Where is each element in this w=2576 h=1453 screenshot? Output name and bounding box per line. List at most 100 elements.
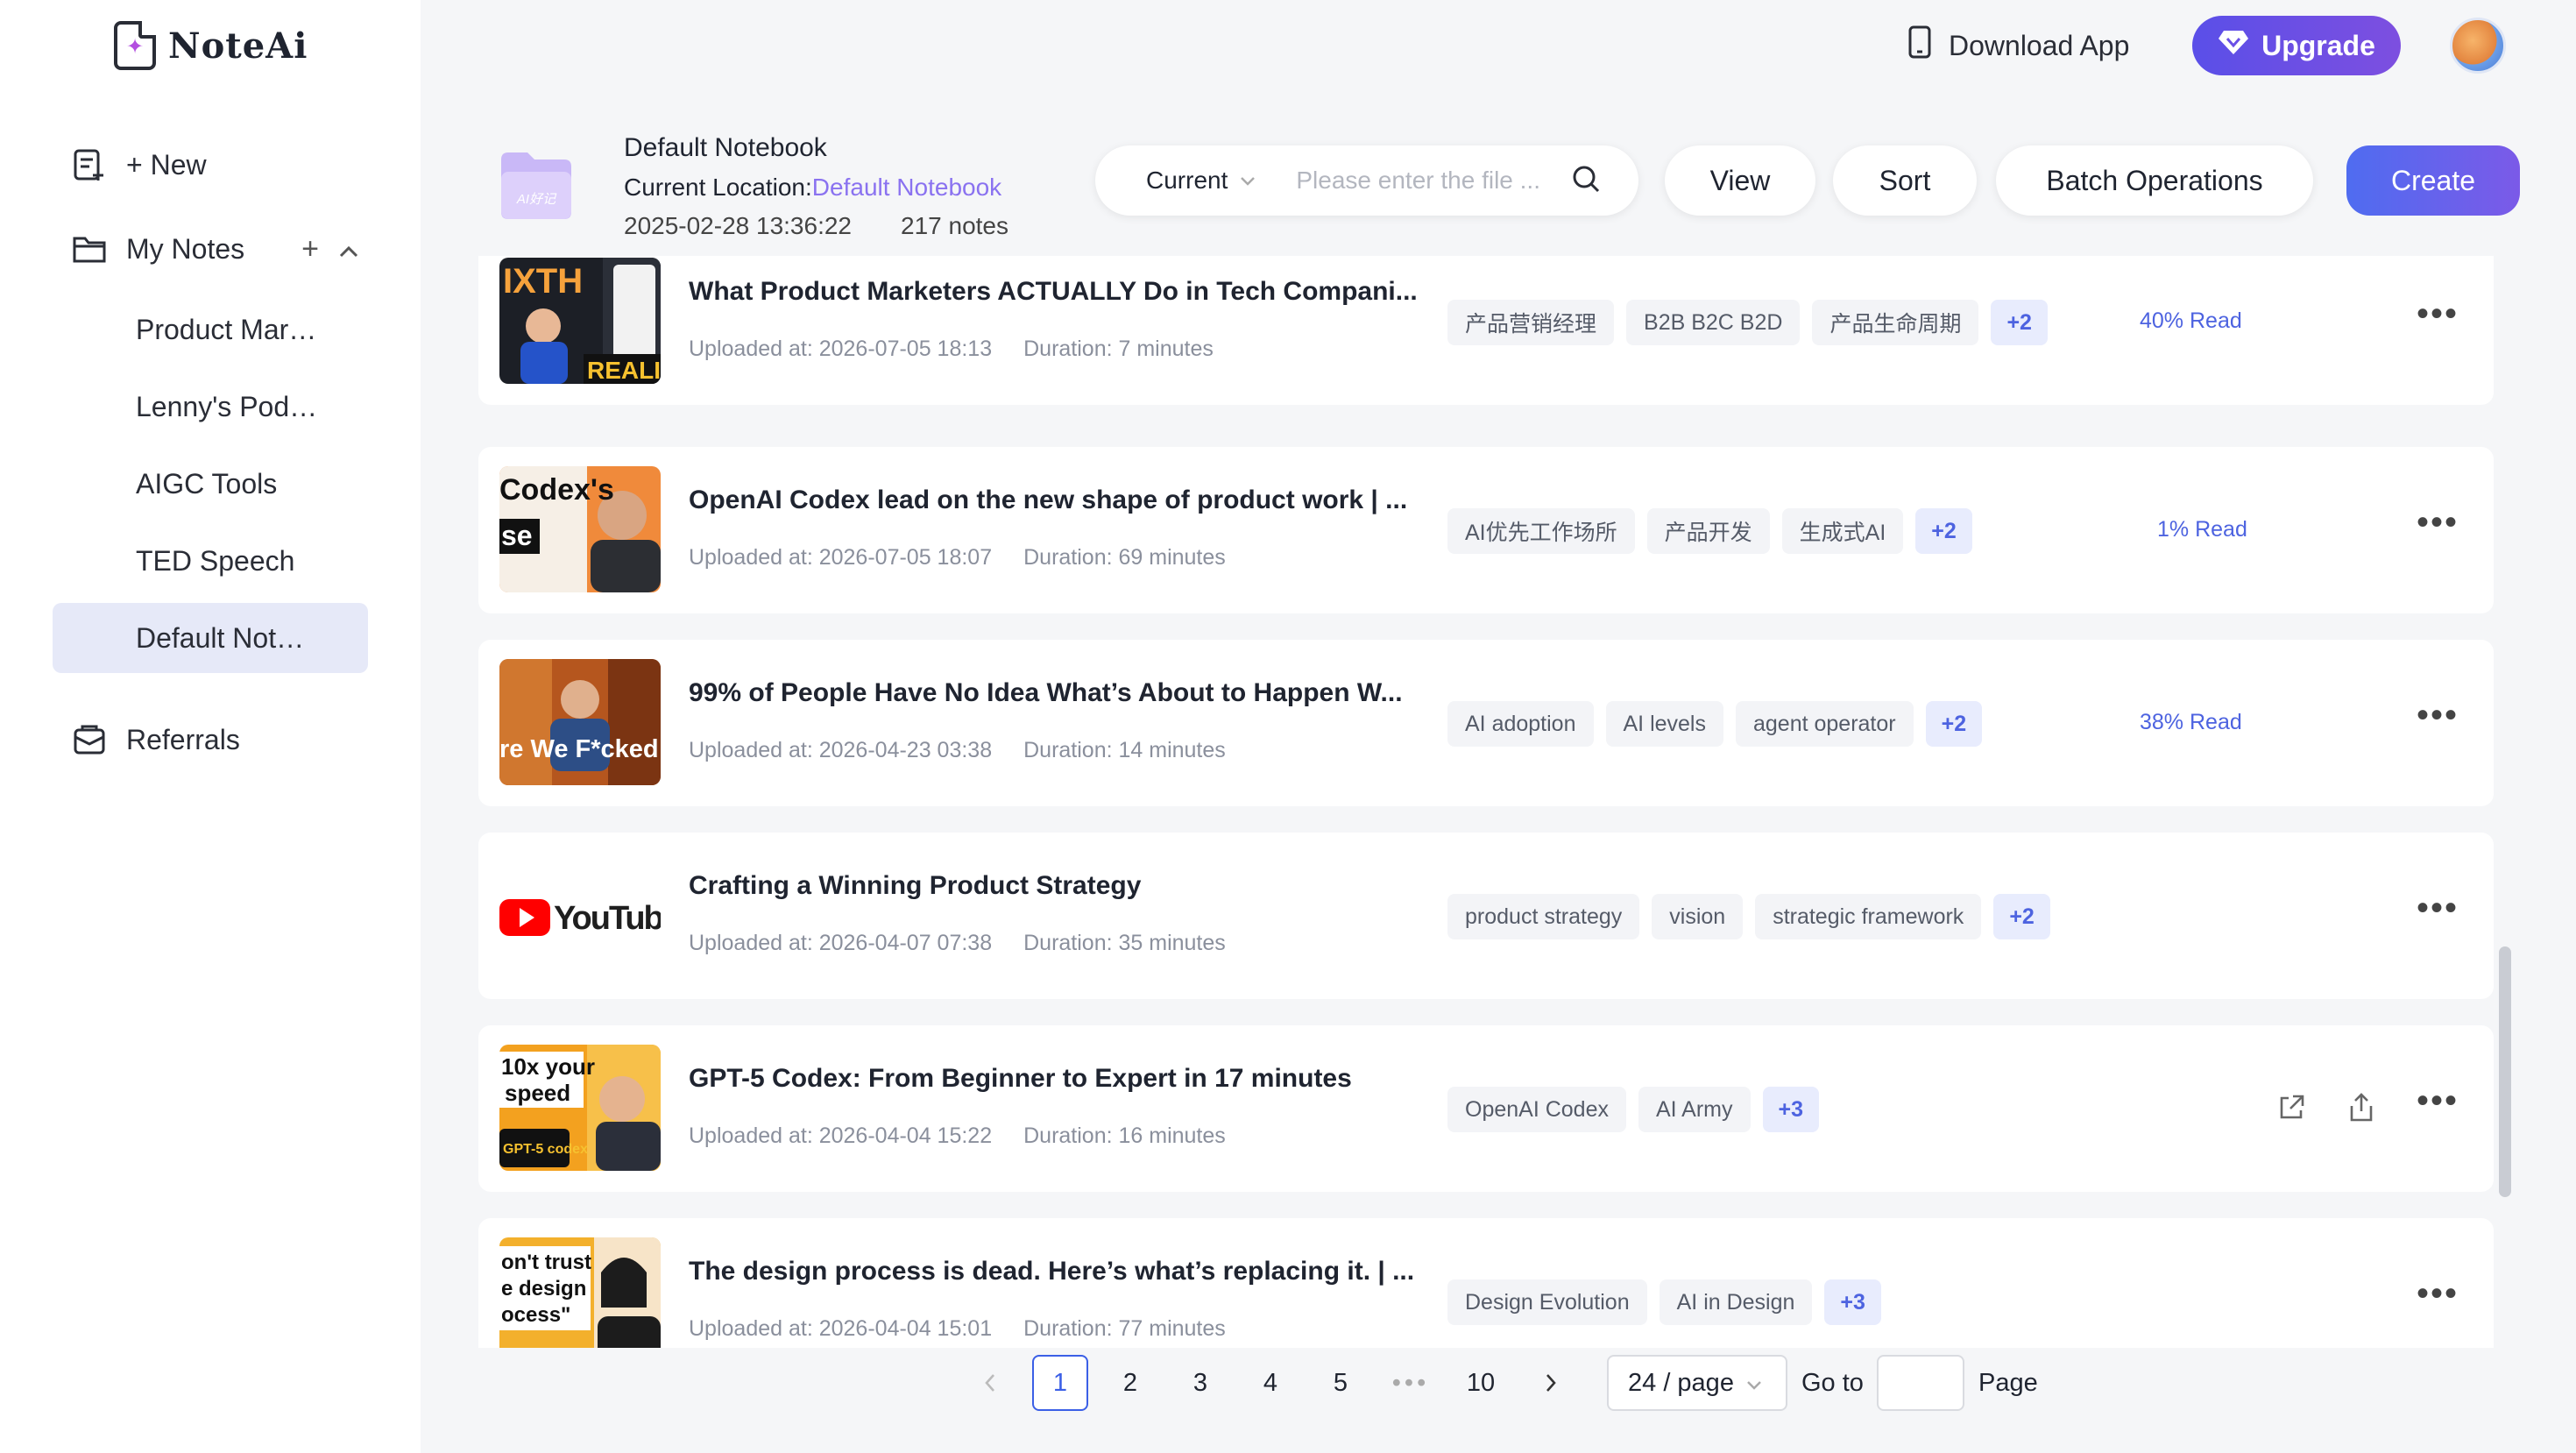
tag[interactable]: product strategy [1447,894,1640,939]
tag[interactable]: vision [1652,894,1744,939]
page-2-button[interactable]: 2 [1102,1355,1158,1411]
list-scrollbar[interactable] [2499,946,2511,1197]
note-title[interactable]: 99% of People Have No Idea What’s About … [689,678,1416,708]
batch-operations-button[interactable]: Batch Operations [1996,145,2313,216]
goto-page-input[interactable] [1877,1355,1964,1411]
more-options-icon[interactable]: ••• [2417,1276,2459,1311]
note-row[interactable]: on't trust e design ocess" The design pr… [478,1218,2494,1348]
note-title[interactable]: Crafting a Winning Product Strategy [689,871,1416,901]
more-options-icon[interactable]: ••• [2417,296,2459,331]
notebook-label: AIGC Tools [136,467,278,500]
search-icon[interactable] [1571,164,1601,198]
note-title[interactable]: The design process is dead. Here’s what’… [689,1257,1416,1286]
tag[interactable]: 生成式AI [1781,508,1904,554]
note-uploaded: Uploaded at: 2026-07-05 18:07 [689,545,993,570]
note-row[interactable]: 10x your speed GPT-5 codex GPT-5 Codex: … [478,1025,2494,1192]
note-tags: product strategy vision strategic framew… [1447,894,2050,939]
more-tags-badge[interactable]: +2 [1991,300,2048,345]
tag[interactable]: AI levels [1605,701,1723,747]
thumb-text-bottom: re We F*cked [499,735,659,763]
tag[interactable]: AI Army [1638,1087,1751,1132]
referrals-link[interactable]: Referrals [53,705,368,775]
tag[interactable]: OpenAI Codex [1447,1087,1626,1132]
create-button[interactable]: Create [2346,145,2520,216]
prev-page-button[interactable] [962,1355,1018,1411]
more-options-icon[interactable]: ••• [2417,505,2459,540]
new-note-icon [70,145,109,184]
tag[interactable]: AI in Design [1659,1279,1813,1325]
tag[interactable]: 产品营销经理 [1447,300,1615,345]
download-app-button[interactable]: Download App [1907,21,2129,70]
tag[interactable]: AI优先工作场所 [1447,508,1635,554]
sidebar-item-notebook[interactable]: TED Speech [53,526,368,596]
page-1-button[interactable]: 1 [1032,1355,1088,1411]
more-tags-badge[interactable]: +3 [1762,1087,1820,1132]
page-10-button[interactable]: 10 [1453,1355,1509,1411]
thumb-text-top: on't trust [501,1251,591,1274]
note-row[interactable]: YouTube Crafting a Winning Product Strat… [478,833,2494,999]
new-note-button[interactable]: + New [53,130,368,200]
note-thumbnail: 10x your speed GPT-5 codex [499,1045,661,1171]
page-5-button[interactable]: 5 [1313,1355,1369,1411]
more-options-icon[interactable]: ••• [2417,698,2459,733]
note-uploaded: Uploaded at: 2026-04-07 07:38 [689,931,993,955]
tag[interactable]: 产品开发 [1646,508,1770,554]
more-options-icon[interactable]: ••• [2417,1083,2459,1118]
view-button[interactable]: View [1665,145,1815,216]
share-icon[interactable] [2348,1092,2374,1128]
location-link[interactable]: Default Notebook [812,174,1001,201]
diamond-icon [2218,28,2249,63]
upgrade-label: Upgrade [2261,29,2375,61]
read-progress: 40% Read [2140,308,2242,333]
note-thumbnail: re We F*cked [499,659,661,785]
more-tags-badge[interactable]: +2 [1915,508,1972,554]
note-duration: Duration: 77 minutes [1023,1316,1226,1341]
more-tags-badge[interactable]: +2 [1993,894,2050,939]
page-4-button[interactable]: 4 [1242,1355,1299,1411]
upgrade-button[interactable]: Upgrade [2192,16,2401,75]
more-options-icon[interactable]: ••• [2417,890,2459,925]
more-tags-badge[interactable]: +2 [1925,701,1983,747]
more-tags-badge[interactable]: +3 [1824,1279,1881,1325]
note-title[interactable]: GPT-5 Codex: From Beginner to Expert in … [689,1064,1416,1094]
note-row[interactable]: IXTH REALIT What Product Marketers ACTUA… [478,256,2494,405]
tag[interactable]: Design Evolution [1447,1279,1647,1325]
note-title[interactable]: OpenAI Codex lead on the new shape of pr… [689,486,1416,515]
tag[interactable]: 产品生命周期 [1812,300,1979,345]
tag[interactable]: strategic framework [1755,894,1982,939]
thumb-text-mid: e design [501,1277,586,1301]
my-notes-label: My Notes [126,232,245,265]
chevron-up-icon[interactable] [338,232,359,266]
thumb-text: YouTube [554,900,661,937]
sort-button[interactable]: Sort [1833,145,1977,216]
new-note-label: + New [126,148,207,181]
search-input[interactable] [1296,167,1560,195]
note-duration: Duration: 35 minutes [1023,931,1226,955]
app-logo[interactable]: ✦ NoteAi [114,19,308,72]
sidebar-item-default-notebook[interactable]: Default Not… [53,603,368,673]
thumb-text-top: 10x your [501,1053,595,1080]
page-3-button[interactable]: 3 [1172,1355,1228,1411]
open-external-icon[interactable] [2276,1093,2306,1127]
note-duration: Duration: 14 minutes [1023,738,1226,762]
user-avatar[interactable] [2450,18,2506,74]
sidebar-item-notebook[interactable]: Product Mar… [53,294,368,365]
my-notes-section[interactable]: My Notes + [53,214,368,284]
note-uploaded: Uploaded at: 2026-07-05 18:13 [689,337,993,361]
next-page-button[interactable] [1523,1355,1579,1411]
tag[interactable]: B2B B2C B2D [1626,300,1801,345]
add-notebook-icon[interactable]: + [301,232,319,266]
note-row[interactable]: re We F*cked 99% of People Have No Idea … [478,640,2494,806]
note-uploaded: Uploaded at: 2026-04-23 03:38 [689,738,993,762]
youtube-logo-icon: YouTube [499,852,661,978]
sidebar-item-notebook[interactable]: AIGC Tools [53,449,368,519]
tag[interactable]: AI adoption [1447,701,1594,747]
note-title[interactable]: What Product Marketers ACTUALLY Do in Te… [689,277,1416,307]
sidebar-item-notebook[interactable]: Lenny's Pod… [53,372,368,442]
page-size-select[interactable]: 24 / page [1607,1355,1787,1411]
page-ellipsis[interactable]: ••• [1383,1355,1439,1411]
search-scope-select[interactable]: Current [1146,167,1256,195]
referrals-label: Referrals [126,723,240,755]
tag[interactable]: agent operator [1735,701,1914,747]
note-row[interactable]: Codex's se OpenAI Codex lead on the new … [478,447,2494,613]
